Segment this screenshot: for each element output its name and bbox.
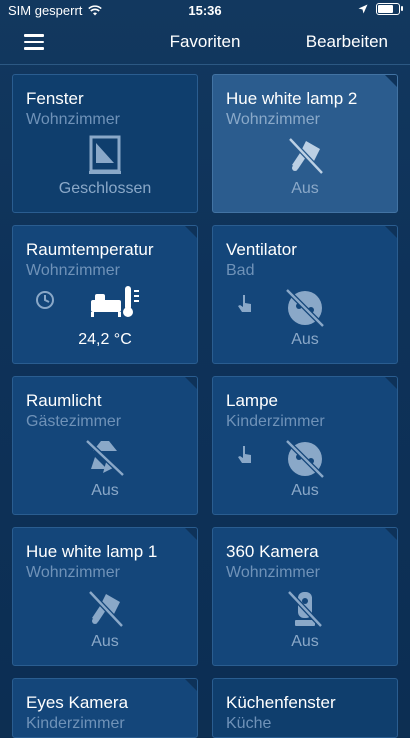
tile-state: Aus <box>291 180 319 197</box>
tile-corner <box>185 377 197 389</box>
tile-room: Wohnzimmer <box>226 111 320 128</box>
tile-lampe[interactable]: Lampe Kinderzimmer Aus <box>212 376 398 515</box>
tile-name: Raumtemperatur <box>26 240 154 259</box>
ceiling-light-off-icon <box>85 439 125 477</box>
tile-ventilator[interactable]: Ventilator Bad Aus <box>212 225 398 364</box>
hand-pointer-icon <box>238 295 251 312</box>
window-closed-icon <box>89 135 121 174</box>
lamp-off-icon <box>288 137 324 175</box>
tile-corner <box>185 226 197 238</box>
plug-off-icon <box>285 288 325 328</box>
tile-eyes-kamera[interactable]: Eyes Kamera Kinderzimmer <box>12 678 198 738</box>
tile-fenster[interactable]: Fenster Wohnzimmer Geschlossen <box>12 74 198 213</box>
tile-name: 360 Kamera <box>226 542 319 561</box>
tile-corner <box>385 75 397 87</box>
tile-name: Küchenfenster <box>226 693 336 712</box>
tile-name: Hue white lamp 1 <box>26 542 158 561</box>
location-arrow-icon <box>358 4 368 14</box>
favorites-grid: Fenster Wohnzimmer Geschlossen Hue white… <box>12 74 398 738</box>
tile-room: Wohnzimmer <box>26 564 120 581</box>
hand-pointer-icon <box>238 446 251 463</box>
thermostat-icon <box>91 286 139 317</box>
clock-icon <box>36 291 54 309</box>
tile-name: Eyes Kamera <box>26 693 129 712</box>
plug-off-icon <box>285 439 325 479</box>
status-bar: SIM gesperrt 15:36 <box>0 0 410 20</box>
tile-room: Bad <box>226 262 255 279</box>
tile-room: Wohnzimmer <box>226 564 320 581</box>
tile-corner <box>185 679 197 691</box>
tile-hue-white-lamp-2[interactable]: Hue white lamp 2 Wohnzimmer Aus <box>212 74 398 213</box>
temperature-value: 24,2 °C <box>78 331 132 348</box>
tile-name: Hue white lamp 2 <box>226 89 358 108</box>
navigation-bar: Favoriten Bearbeiten <box>0 20 410 64</box>
status-time: 15:36 <box>188 3 222 18</box>
app-screen: SIM gesperrt 15:36 Favoriten Bearbeiten <box>0 0 410 738</box>
tile-corner <box>385 528 397 540</box>
battery-icon <box>376 3 403 15</box>
tile-room: Küche <box>226 715 272 732</box>
tile-room: Kinderzimmer <box>226 413 325 430</box>
tile-name: Ventilator <box>226 240 297 259</box>
tile-state: Aus <box>91 633 119 650</box>
tile-kuechenfenster[interactable]: Küchenfenster Küche <box>212 678 398 738</box>
tile-hue-white-lamp-1[interactable]: Hue white lamp 1 Wohnzimmer Aus <box>12 527 198 666</box>
tile-name: Raumlicht <box>26 391 102 410</box>
tile-state: Aus <box>291 633 319 650</box>
tile-360-kamera[interactable]: 360 Kamera Wohnzimmer Aus <box>212 527 398 666</box>
tile-name: Lampe <box>226 391 278 410</box>
tile-corner <box>385 377 397 389</box>
tile-corner <box>185 528 197 540</box>
tile-raumlicht[interactable]: Raumlicht Gästezimmer Aus <box>12 376 198 515</box>
tile-state: Aus <box>291 331 319 348</box>
camera-off-icon <box>287 590 323 628</box>
tile-room: Gästezimmer <box>26 413 122 430</box>
tile-state: Aus <box>91 482 119 499</box>
tile-room: Wohnzimmer <box>26 262 120 279</box>
tile-raumtemperatur[interactable]: Raumtemperatur Wohnzimmer 24,2 °C <box>12 225 198 364</box>
tile-corner <box>385 226 397 238</box>
tile-state: Geschlossen <box>58 180 152 197</box>
lamp-off-icon <box>88 590 124 628</box>
edit-button[interactable]: Bearbeiten <box>306 32 388 52</box>
tile-state: Aus <box>291 482 319 499</box>
tile-room: Wohnzimmer <box>26 111 120 128</box>
header-divider <box>0 64 410 65</box>
tile-room: Kinderzimmer <box>26 715 125 732</box>
tile-name: Fenster <box>26 89 84 108</box>
